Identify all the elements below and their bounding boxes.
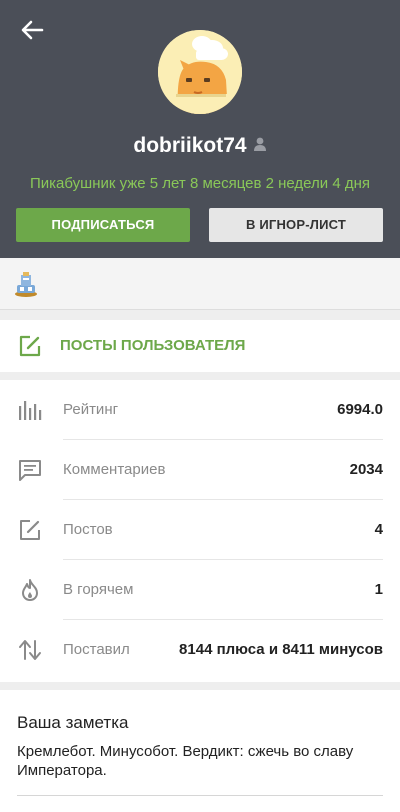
note-underline: [17, 795, 383, 796]
awards-bar: [0, 258, 400, 310]
profile-header: dobriikot74 Пикабушник уже 5 лет 8 месяц…: [0, 0, 400, 258]
stat-value: 4: [374, 521, 383, 538]
flame-icon: [22, 579, 38, 601]
stat-value: 8144 плюса и 8411 минусов: [179, 641, 383, 658]
stat-posts: Постов 4: [0, 500, 400, 560]
stat-value: 6994.0: [337, 401, 383, 418]
avatar[interactable]: [158, 30, 242, 114]
stat-votes: Поставил 8144 плюса и 8411 минусов: [0, 620, 400, 680]
comment-icon: [19, 460, 41, 481]
stat-comments: Комментариев 2034: [0, 440, 400, 500]
note-text[interactable]: Кремлебот. Минусобот. Вердикт: сжечь во …: [17, 742, 377, 780]
user-icon: [253, 134, 267, 158]
subscribe-button[interactable]: ПОДПИСАТЬСЯ: [16, 208, 190, 242]
tenure-text: Пикабушник уже 5 лет 8 месяцев 2 недели …: [30, 175, 370, 192]
award-badge-icon[interactable]: [14, 271, 38, 297]
stat-label: Комментариев: [63, 461, 166, 478]
stat-rating: Рейтинг 6994.0: [0, 380, 400, 440]
user-posts-link[interactable]: ПОСТЫ ПОЛЬЗОВАТЕЛЯ: [0, 320, 400, 372]
stat-label: Поставил: [63, 641, 130, 658]
stats-list: Рейтинг 6994.0 Комментариев 2034 Постов …: [0, 380, 400, 682]
username-row: dobriikot74: [0, 134, 400, 158]
stat-value: 2034: [349, 461, 383, 478]
edit-icon: [20, 520, 40, 540]
back-arrow-icon[interactable]: [18, 16, 46, 44]
avatar-cat-chef-icon: [158, 30, 242, 114]
up-down-arrows-icon: [19, 640, 41, 660]
note-title: Ваша заметка: [17, 713, 129, 732]
username: dobriikot74: [133, 134, 247, 157]
stat-hot: В горячем 1: [0, 560, 400, 620]
stat-value: 1: [374, 581, 383, 598]
stat-label: Рейтинг: [63, 401, 119, 418]
stat-label: В горячем: [63, 581, 134, 598]
edit-icon: [19, 335, 41, 357]
user-note[interactable]: Ваша заметка Кремлебот. Минусобот. Верди…: [0, 690, 400, 812]
bar-chart-icon: [19, 401, 42, 420]
ignore-list-button[interactable]: В ИГНОР-ЛИСТ: [209, 208, 383, 242]
user-posts-label: ПОСТЫ ПОЛЬЗОВАТЕЛЯ: [60, 337, 246, 354]
stat-label: Постов: [63, 521, 113, 538]
